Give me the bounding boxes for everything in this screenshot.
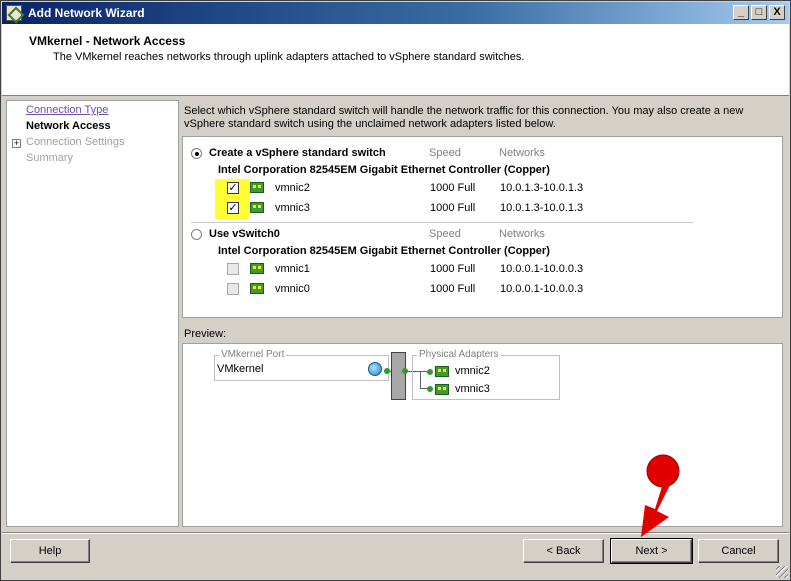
page-title: VMkernel - Network Access [29, 34, 186, 48]
next-button[interactable]: Next > [610, 538, 693, 564]
window-title: Add Network Wizard [28, 6, 145, 20]
vmnic3-checkbox[interactable]: ✓ [227, 202, 239, 214]
adapter-name: vmnic2 [275, 182, 310, 194]
nav-step-connection-settings: Connection Settings [26, 136, 125, 148]
preview-label: Preview: [184, 328, 227, 340]
adapter-networks: 10.0.1.3-10.0.1.3 [500, 202, 584, 214]
network-adapter-icon [250, 202, 264, 213]
help-button[interactable]: Help [10, 539, 90, 563]
network-adapter-icon [250, 283, 264, 294]
network-adapter-icon [250, 263, 264, 274]
physical-adapters-group: Physical Adapters vmnic2 vmnic3 [412, 349, 560, 400]
network-adapter-icon [250, 182, 264, 193]
preview-adapter-name: vmnic2 [455, 365, 490, 377]
options-divider [191, 222, 693, 223]
title-bar[interactable]: Add Network Wizard _ □ X [2, 2, 789, 24]
networks-column-header: Networks [499, 147, 545, 159]
create-switch-radio[interactable] [191, 148, 202, 159]
controller-name: Intel Corporation 82545EM Gigabit Ethern… [218, 245, 550, 257]
close-button[interactable]: X [769, 5, 785, 20]
vmkernel-port-group: VMkernel Port VMkernel [214, 349, 389, 381]
back-button[interactable]: < Back [523, 539, 604, 563]
speed-column-header: Speed [429, 147, 461, 159]
add-network-wizard-window: Add Network Wizard _ □ X VMkernel - Netw… [0, 0, 791, 581]
cancel-button[interactable]: Cancel [698, 539, 779, 563]
network-adapter-icon [435, 366, 449, 377]
preview-panel: VMkernel Port VMkernel Physical Adapters… [182, 343, 783, 527]
virtual-switch [391, 352, 406, 400]
expand-plus-icon[interactable]: + [12, 139, 21, 148]
adapter-name: vmnic1 [275, 263, 310, 275]
vmkernel-port-name: VMkernel [217, 363, 264, 375]
connector-dot [427, 369, 433, 375]
nav-step-summary: Summary [26, 152, 74, 164]
adapter-speed: 1000 Full [430, 283, 476, 295]
wizard-steps-nav: Connection Type Network Access + Connect… [6, 100, 179, 527]
create-switch-label[interactable]: Create a vSphere standard switch [209, 147, 386, 159]
maximize-button[interactable]: □ [751, 5, 767, 20]
adapter-speed: 1000 Full [430, 202, 476, 214]
minimize-button[interactable]: _ [733, 5, 749, 20]
network-adapter-icon [435, 384, 449, 395]
switch-options-panel: Create a vSphere standard switch Speed N… [182, 136, 783, 318]
adapter-name: vmnic3 [275, 202, 310, 214]
adapter-speed: 1000 Full [430, 182, 476, 194]
adapter-speed: 1000 Full [430, 263, 476, 275]
wizard-app-icon [6, 5, 22, 21]
nav-step-connection-type[interactable]: Connection Type [26, 104, 108, 116]
connector-dot [384, 368, 390, 374]
nav-step-network-access: Network Access [26, 120, 111, 132]
vmnic1-checkbox [227, 263, 239, 275]
physical-adapters-caption: Physical Adapters [417, 349, 501, 360]
vmkernel-port-icon [368, 362, 382, 376]
resize-grip-icon[interactable] [776, 566, 788, 578]
instruction-text: Select which vSphere standard switch wil… [184, 105, 744, 130]
adapter-networks: 10.0.1.3-10.0.1.3 [500, 182, 584, 194]
connector-dot [427, 386, 433, 392]
vmnic0-checkbox [227, 283, 239, 295]
adapter-networks: 10.0.0.1-10.0.0.3 [500, 263, 584, 275]
use-vswitch0-label[interactable]: Use vSwitch0 [209, 228, 280, 240]
adapter-name: vmnic0 [275, 283, 310, 295]
vmnic2-checkbox[interactable]: ✓ [227, 182, 239, 194]
networks-column-header: Networks [499, 228, 545, 240]
controller-name: Intel Corporation 82545EM Gigabit Ethern… [218, 164, 550, 176]
speed-column-header: Speed [429, 228, 461, 240]
preview-adapter-name: vmnic3 [455, 383, 490, 395]
use-vswitch0-radio[interactable] [191, 229, 202, 240]
page-description: The VMkernel reaches networks through up… [53, 51, 525, 63]
red-pointer-arrow-icon [641, 454, 680, 537]
adapter-networks: 10.0.0.1-10.0.0.3 [500, 283, 584, 295]
wizard-header: VMkernel - Network Access The VMkernel r… [2, 24, 789, 96]
vmkernel-port-caption: VMkernel Port [219, 349, 287, 360]
